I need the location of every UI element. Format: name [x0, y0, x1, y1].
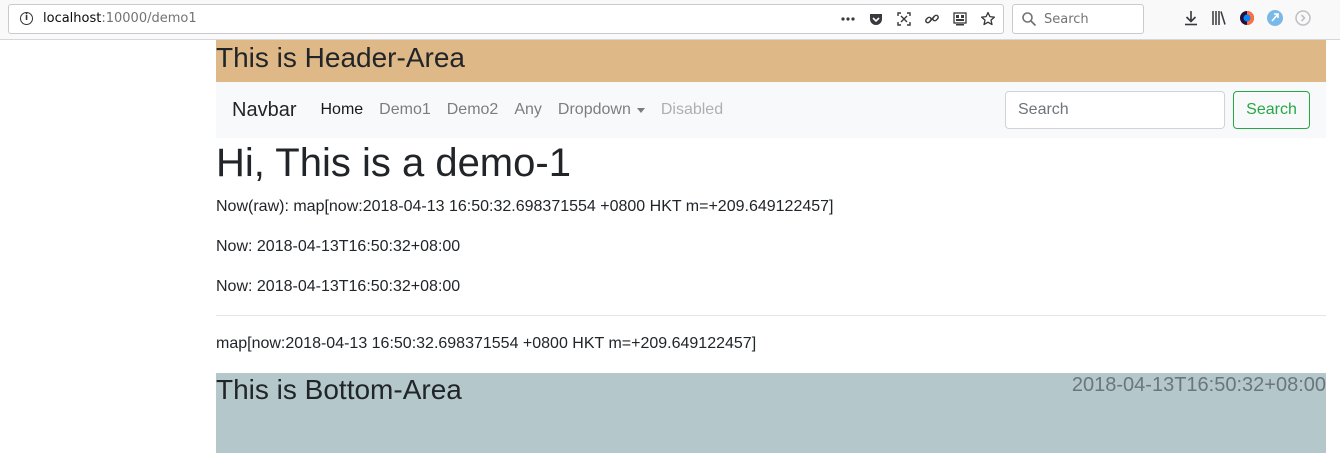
nav-links: Home Demo1 Demo2 Any Dropdown Disabled: [312, 101, 731, 119]
account-icon[interactable]: [1238, 9, 1256, 27]
now-raw-text: Now(raw): map[now:2018-04-13 16:50:32.69…: [216, 198, 834, 215]
nav-dropdown[interactable]: Dropdown: [550, 101, 653, 119]
browser-toolbar: i localhost:10000/demo1 Search: [0, 0, 1340, 40]
search-icon: [1022, 12, 1037, 27]
library-icon[interactable]: [1210, 9, 1228, 27]
now-text-1: Now: 2018-04-13T16:50:32+08:00: [216, 238, 461, 255]
page-container: This is Header-Area Navbar Home Demo1 De…: [216, 40, 1326, 453]
nav-link-disabled: Disabled: [660, 101, 724, 118]
nav-link-demo2[interactable]: Demo2: [439, 101, 507, 119]
download-icon[interactable]: [1182, 9, 1200, 27]
screenshot-icon[interactable]: [895, 10, 913, 28]
nav-link-any[interactable]: Any: [506, 101, 550, 119]
navbar-search-button[interactable]: Search: [1233, 91, 1310, 129]
qr-code-icon[interactable]: [951, 10, 969, 28]
header-area: This is Header-Area: [216, 40, 1326, 82]
map-text: map[now:2018-04-13 16:50:32.698371554 +0…: [216, 335, 757, 352]
chevron-down-icon: [636, 107, 645, 113]
url-text[interactable]: localhost:10000/demo1: [43, 11, 197, 26]
browser-search-placeholder: Search: [1044, 12, 1089, 27]
divider: [216, 315, 1326, 316]
navbar: Navbar Home Demo1 Demo2 Any Dropdown Dis…: [216, 82, 1326, 138]
pocket-icon[interactable]: [867, 10, 885, 28]
extension-disabled-icon[interactable]: [1294, 9, 1312, 27]
bottom-timestamp: 2018-04-13T16:50:32+08:00: [1071, 374, 1326, 396]
address-bar[interactable]: i localhost:10000/demo1: [8, 4, 1004, 34]
page-title: Hi, This is a demo-1: [216, 141, 571, 185]
browser-search-box[interactable]: Search: [1012, 4, 1144, 34]
nav-link-home[interactable]: Home: [312, 101, 371, 119]
navbar-brand[interactable]: Navbar: [232, 99, 296, 122]
navbar-search-input[interactable]: [1005, 91, 1225, 129]
nav-dropdown-label: Dropdown: [557, 101, 631, 118]
page-actions-icon[interactable]: [839, 10, 857, 28]
nav-link-demo1[interactable]: Demo1: [371, 101, 439, 119]
link-icon[interactable]: [923, 10, 941, 28]
bookmark-star-icon[interactable]: [979, 10, 997, 28]
extension-icon[interactable]: [1266, 9, 1284, 27]
info-icon[interactable]: i: [20, 12, 33, 25]
now-text-2: Now: 2018-04-13T16:50:32+08:00: [216, 278, 461, 295]
bottom-area: This is Bottom-Area 2018-04-13T16:50:32+…: [216, 373, 1326, 453]
header-title: This is Header-Area: [216, 42, 465, 73]
url-host: localhost: [43, 11, 102, 26]
url-path: :10000/demo1: [101, 11, 197, 26]
